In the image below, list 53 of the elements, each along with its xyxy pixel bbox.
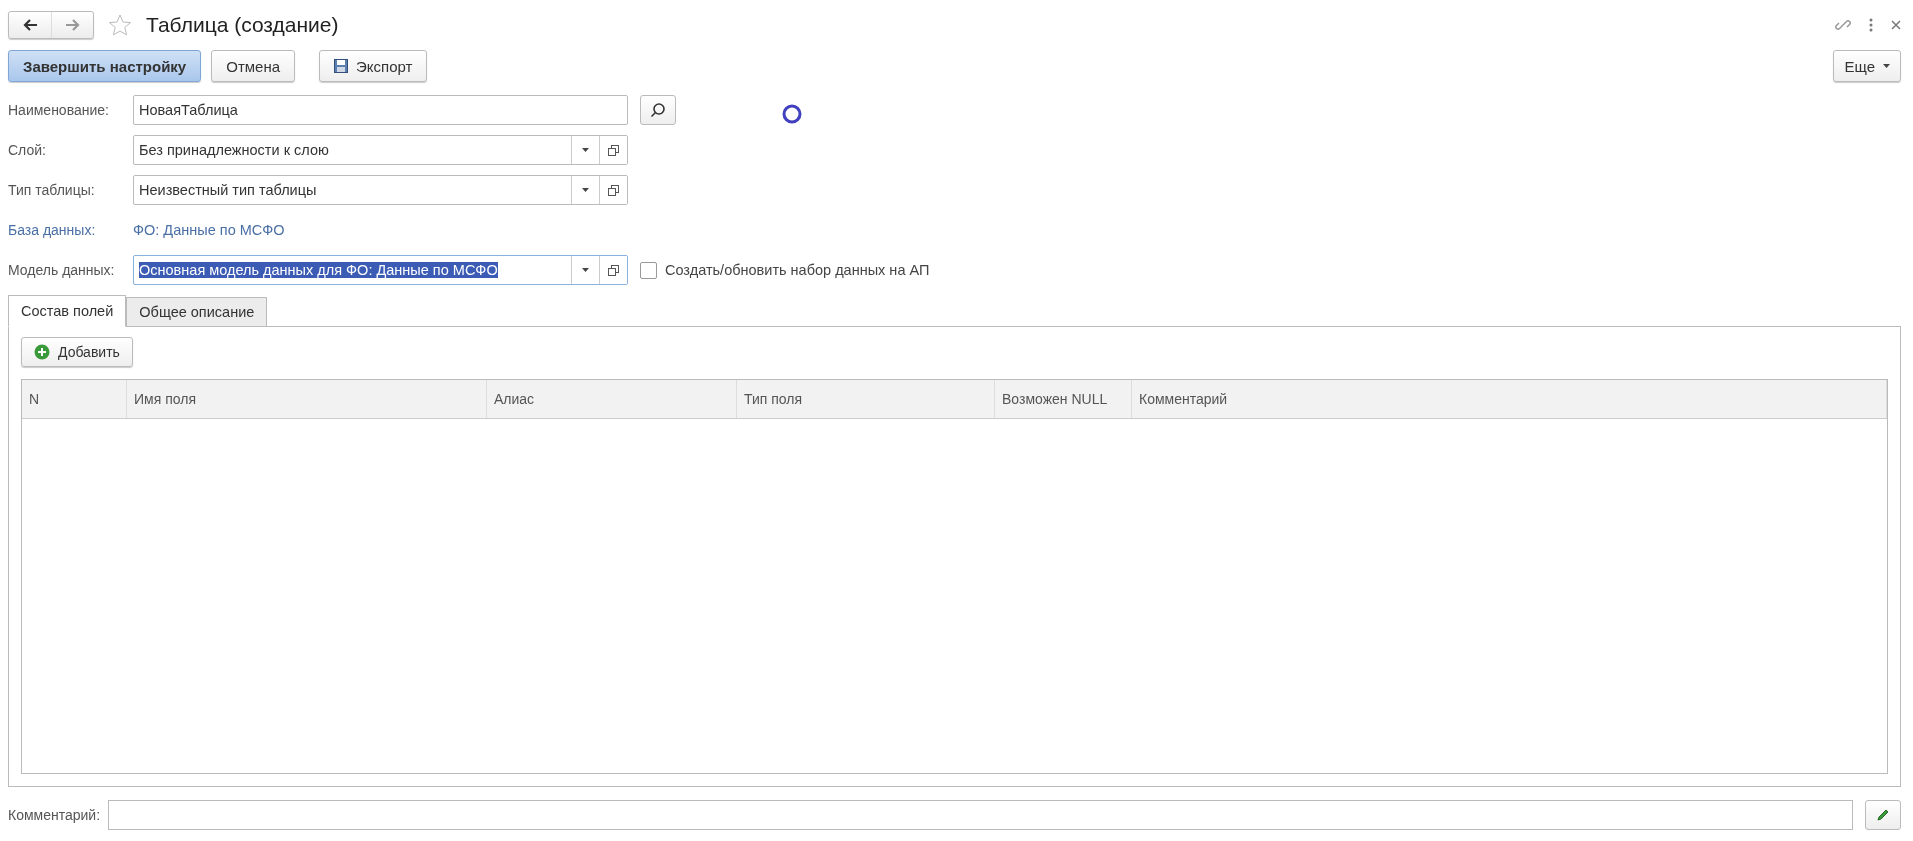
column-header[interactable]: Имя поля [127, 380, 487, 418]
field-value: Без принадлежности к слою [138, 142, 330, 158]
cancel-button[interactable]: Отмена [211, 50, 296, 82]
database-link[interactable]: ФО: Данные по МСФО [133, 222, 285, 238]
open-button[interactable] [599, 136, 627, 164]
open-button[interactable] [599, 176, 627, 204]
field-label: Наименование: [8, 102, 110, 118]
field-label: База данных: [8, 222, 97, 238]
edit-button[interactable] [1865, 800, 1901, 830]
field-label: Модель данных: [8, 262, 116, 278]
field-label: Слой: [8, 142, 47, 158]
field-label: Тип таблицы: [8, 182, 96, 198]
caret-icon [582, 188, 589, 192]
column-header[interactable]: Тип поля [737, 380, 995, 418]
column-header[interactable]: Возможен NULL [995, 380, 1132, 418]
link-icon[interactable] [1835, 17, 1851, 33]
window-icon [608, 144, 619, 156]
select-field[interactable]: Без принадлежности к слою [133, 135, 628, 165]
more-icon[interactable] [1869, 18, 1873, 32]
window-icon [608, 264, 619, 276]
tab[interactable]: Состав полей [8, 295, 127, 327]
pencil-icon [1876, 808, 1890, 822]
search-icon [650, 102, 666, 118]
column-header[interactable]: Алиас [487, 380, 737, 418]
comment-label: Комментарий: [8, 807, 101, 823]
field-value: Основная модель данных для ФО: Данные по МСФО [138, 262, 499, 278]
field-value: НоваяТаблица [138, 102, 239, 118]
right-arrow-icon [65, 19, 80, 31]
add-button[interactable]: Добавить [21, 337, 133, 367]
open-button[interactable] [599, 256, 627, 284]
comment-field[interactable] [108, 800, 1853, 830]
left-arrow-icon [23, 19, 37, 31]
tab[interactable]: Общее описание [126, 297, 268, 327]
star-icon[interactable] [108, 13, 132, 37]
column-header[interactable]: Комментарий [1132, 380, 1887, 418]
close-icon[interactable] [1891, 20, 1901, 30]
finish-setup-button[interactable]: Завершить настройку [8, 50, 202, 82]
caret-icon [1883, 64, 1890, 68]
select-field[interactable]: Основная модель данных для ФО: Данные по МСФО [133, 255, 628, 285]
export-button[interactable]: Экспорт [319, 50, 428, 82]
window-icon [608, 184, 619, 196]
window-title: Таблица (создание) [146, 13, 339, 37]
checkbox[interactable] [640, 261, 657, 279]
plus-circle-icon [34, 344, 50, 360]
more-button[interactable]: Еще [1833, 50, 1901, 82]
checkbox-label: Создать/обновить набор данных на АП [665, 262, 930, 278]
search-button[interactable] [640, 95, 676, 125]
caret-icon [582, 268, 589, 272]
select-field[interactable]: Неизвестный тип таблицы [133, 175, 628, 205]
field-value: Неизвестный тип таблицы [138, 182, 318, 198]
input-field[interactable]: НоваяТаблица [133, 95, 628, 125]
caret-icon [582, 148, 589, 152]
column-header[interactable]: N [22, 380, 127, 418]
